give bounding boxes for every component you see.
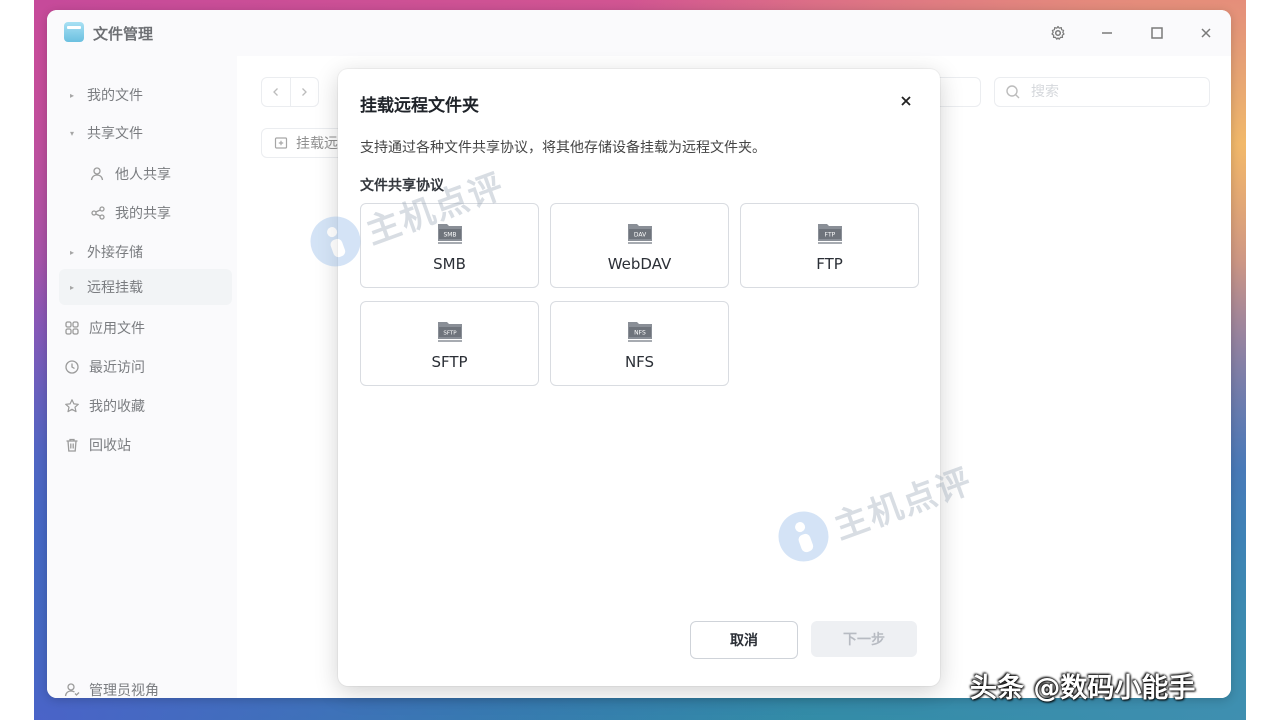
protocol-card-nfs[interactable]: NFS NFS — [550, 301, 729, 386]
protocol-card-sftp[interactable]: SFTP SFTP — [360, 301, 539, 386]
dialog-close-icon[interactable] — [896, 91, 916, 111]
svg-text:FTP: FTP — [824, 232, 835, 239]
ftp-folder-icon: FTP — [816, 221, 844, 249]
protocol-card-webdav[interactable]: DAV WebDAV — [550, 203, 729, 288]
protocol-label: SMB — [433, 255, 466, 273]
nfs-folder-icon: NFS — [626, 319, 654, 347]
protocol-label: NFS — [624, 353, 655, 371]
protocol-label: FTP — [816, 255, 843, 273]
svg-text:SFTP: SFTP — [443, 331, 457, 337]
dialog-title: 挂载远程文件夹 — [360, 96, 479, 116]
webdav-folder-icon: DAV — [626, 221, 654, 249]
svg-text:DAV: DAV — [633, 232, 646, 239]
sftp-folder-icon: SFTP — [436, 319, 464, 347]
protocol-label: WebDAV — [607, 255, 672, 273]
svg-text:NFS: NFS — [634, 330, 646, 337]
next-step-button[interactable]: 下一步 — [811, 621, 917, 657]
cancel-button[interactable]: 取消 — [690, 621, 798, 659]
svg-text:SMB: SMB — [443, 232, 456, 239]
mount-remote-dialog: 挂载远程文件夹 支持通过各种文件共享协议，将其他存储设备挂载为远程文件夹。 文件… — [338, 69, 940, 686]
dialog-description: 支持通过各种文件共享协议，将其他存储设备挂载为远程文件夹。 — [360, 140, 766, 156]
protocol-card-ftp[interactable]: FTP FTP — [740, 203, 919, 288]
protocol-label: SFTP — [431, 353, 468, 371]
corner-watermark: 头条 @数码小能手 — [970, 673, 1196, 704]
